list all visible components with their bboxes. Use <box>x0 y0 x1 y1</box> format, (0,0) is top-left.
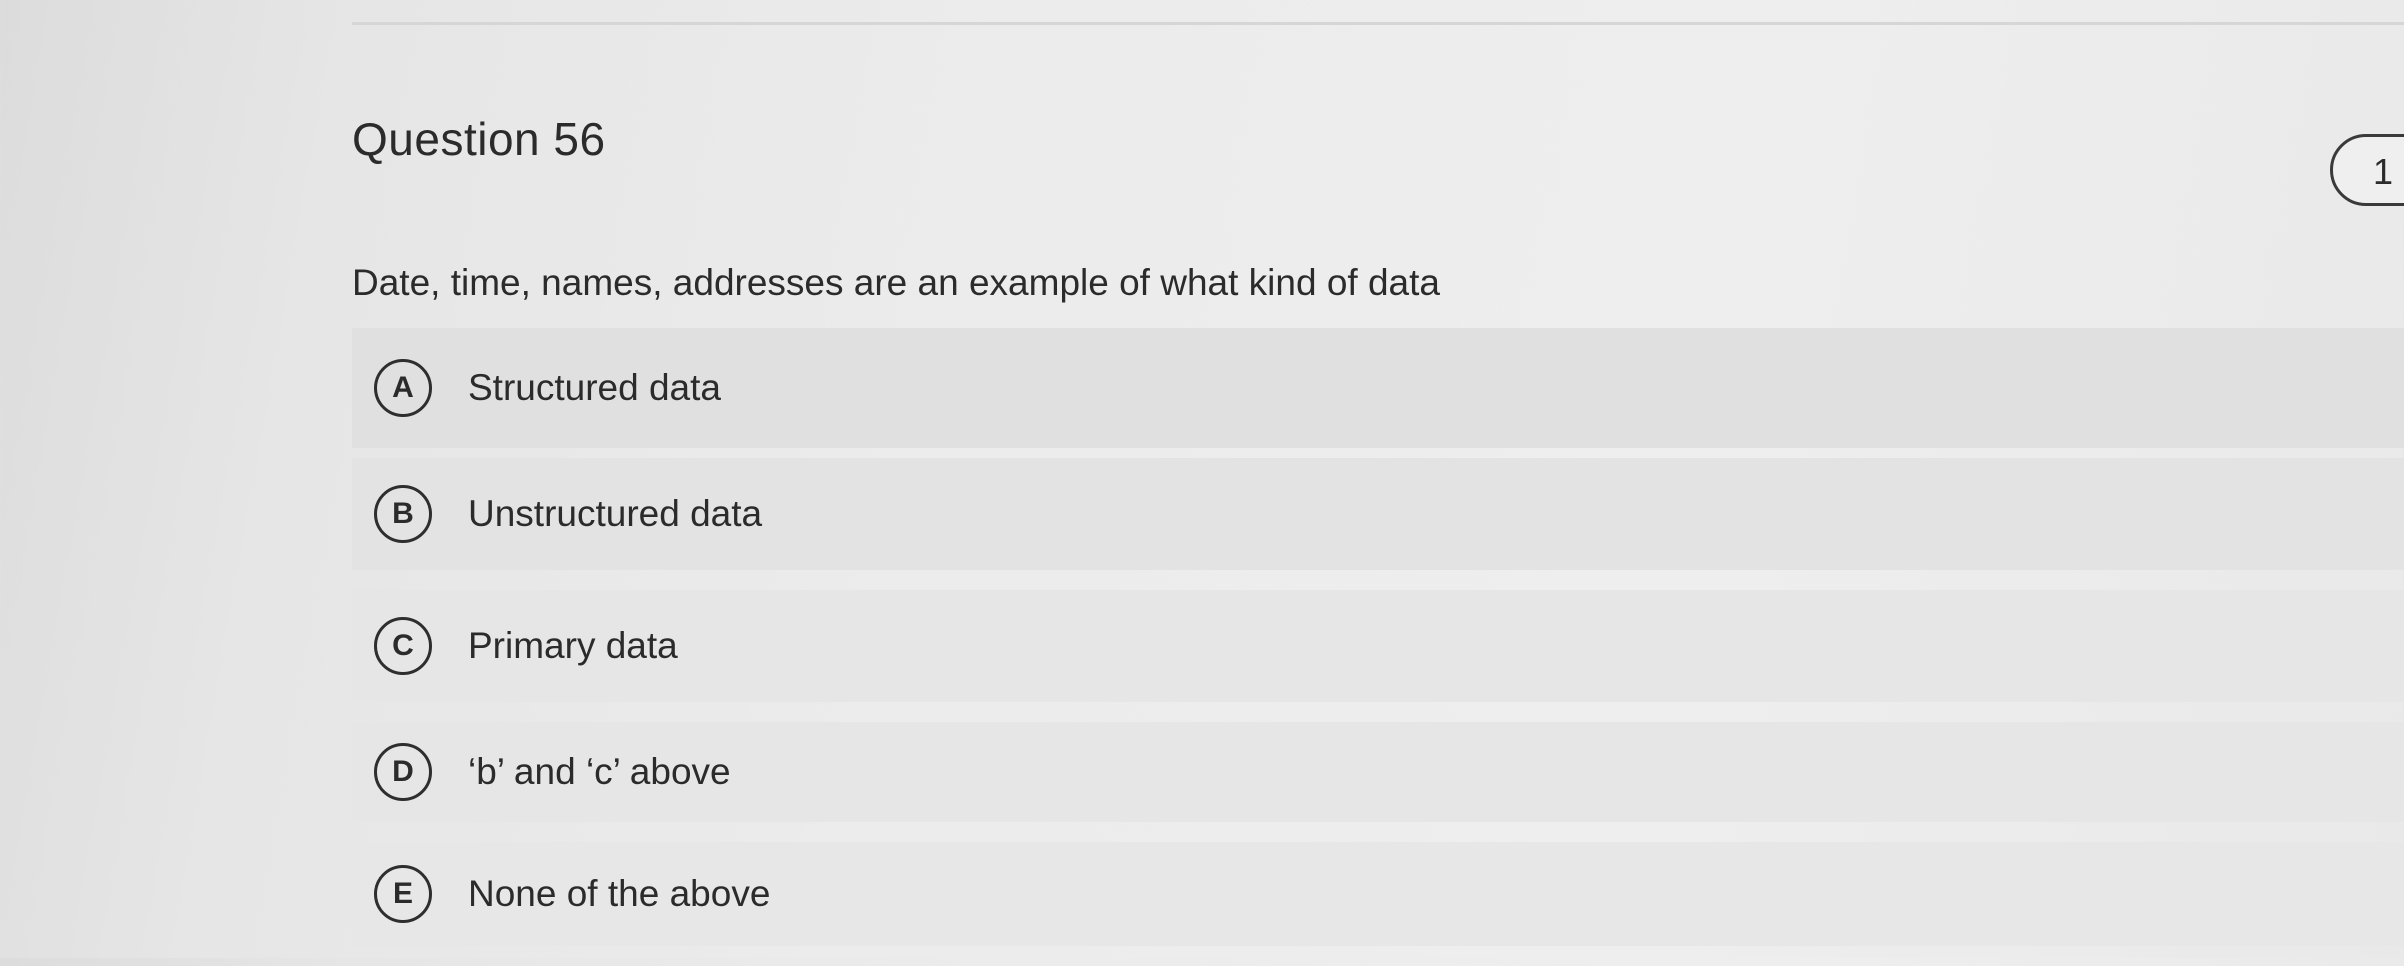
option-c[interactable]: C Primary data <box>352 590 2404 702</box>
option-letter-badge: B <box>374 485 432 543</box>
option-e[interactable]: E None of the above <box>352 842 2404 946</box>
option-a[interactable]: A Structured data <box>352 328 2404 448</box>
option-letter-badge: E <box>374 865 432 923</box>
top-divider <box>352 22 2404 25</box>
option-label: ‘b’ and ‘c’ above <box>468 751 731 792</box>
question-prompt: Date, time, names, addresses are an exam… <box>352 262 1440 303</box>
option-label: Primary data <box>468 625 678 666</box>
option-label: Unstructured data <box>468 493 763 534</box>
option-d[interactable]: D ‘b’ and ‘c’ above <box>352 722 2404 822</box>
option-label: Structured data <box>468 367 721 408</box>
points-badge: 1 <box>2330 134 2404 206</box>
option-b[interactable]: B Unstructured data <box>352 458 2404 570</box>
answer-options: A Structured data B Unstructured data C … <box>352 328 2404 966</box>
option-label: None of the above <box>468 873 771 914</box>
quiz-page: Question 56 1 Date, time, names, address… <box>0 0 2404 958</box>
question-title: Question 56 <box>352 113 606 165</box>
option-letter-badge: C <box>374 617 432 675</box>
points-value: 1 <box>2373 151 2394 192</box>
option-letter-badge: A <box>374 359 432 417</box>
option-letter-badge: D <box>374 743 432 801</box>
